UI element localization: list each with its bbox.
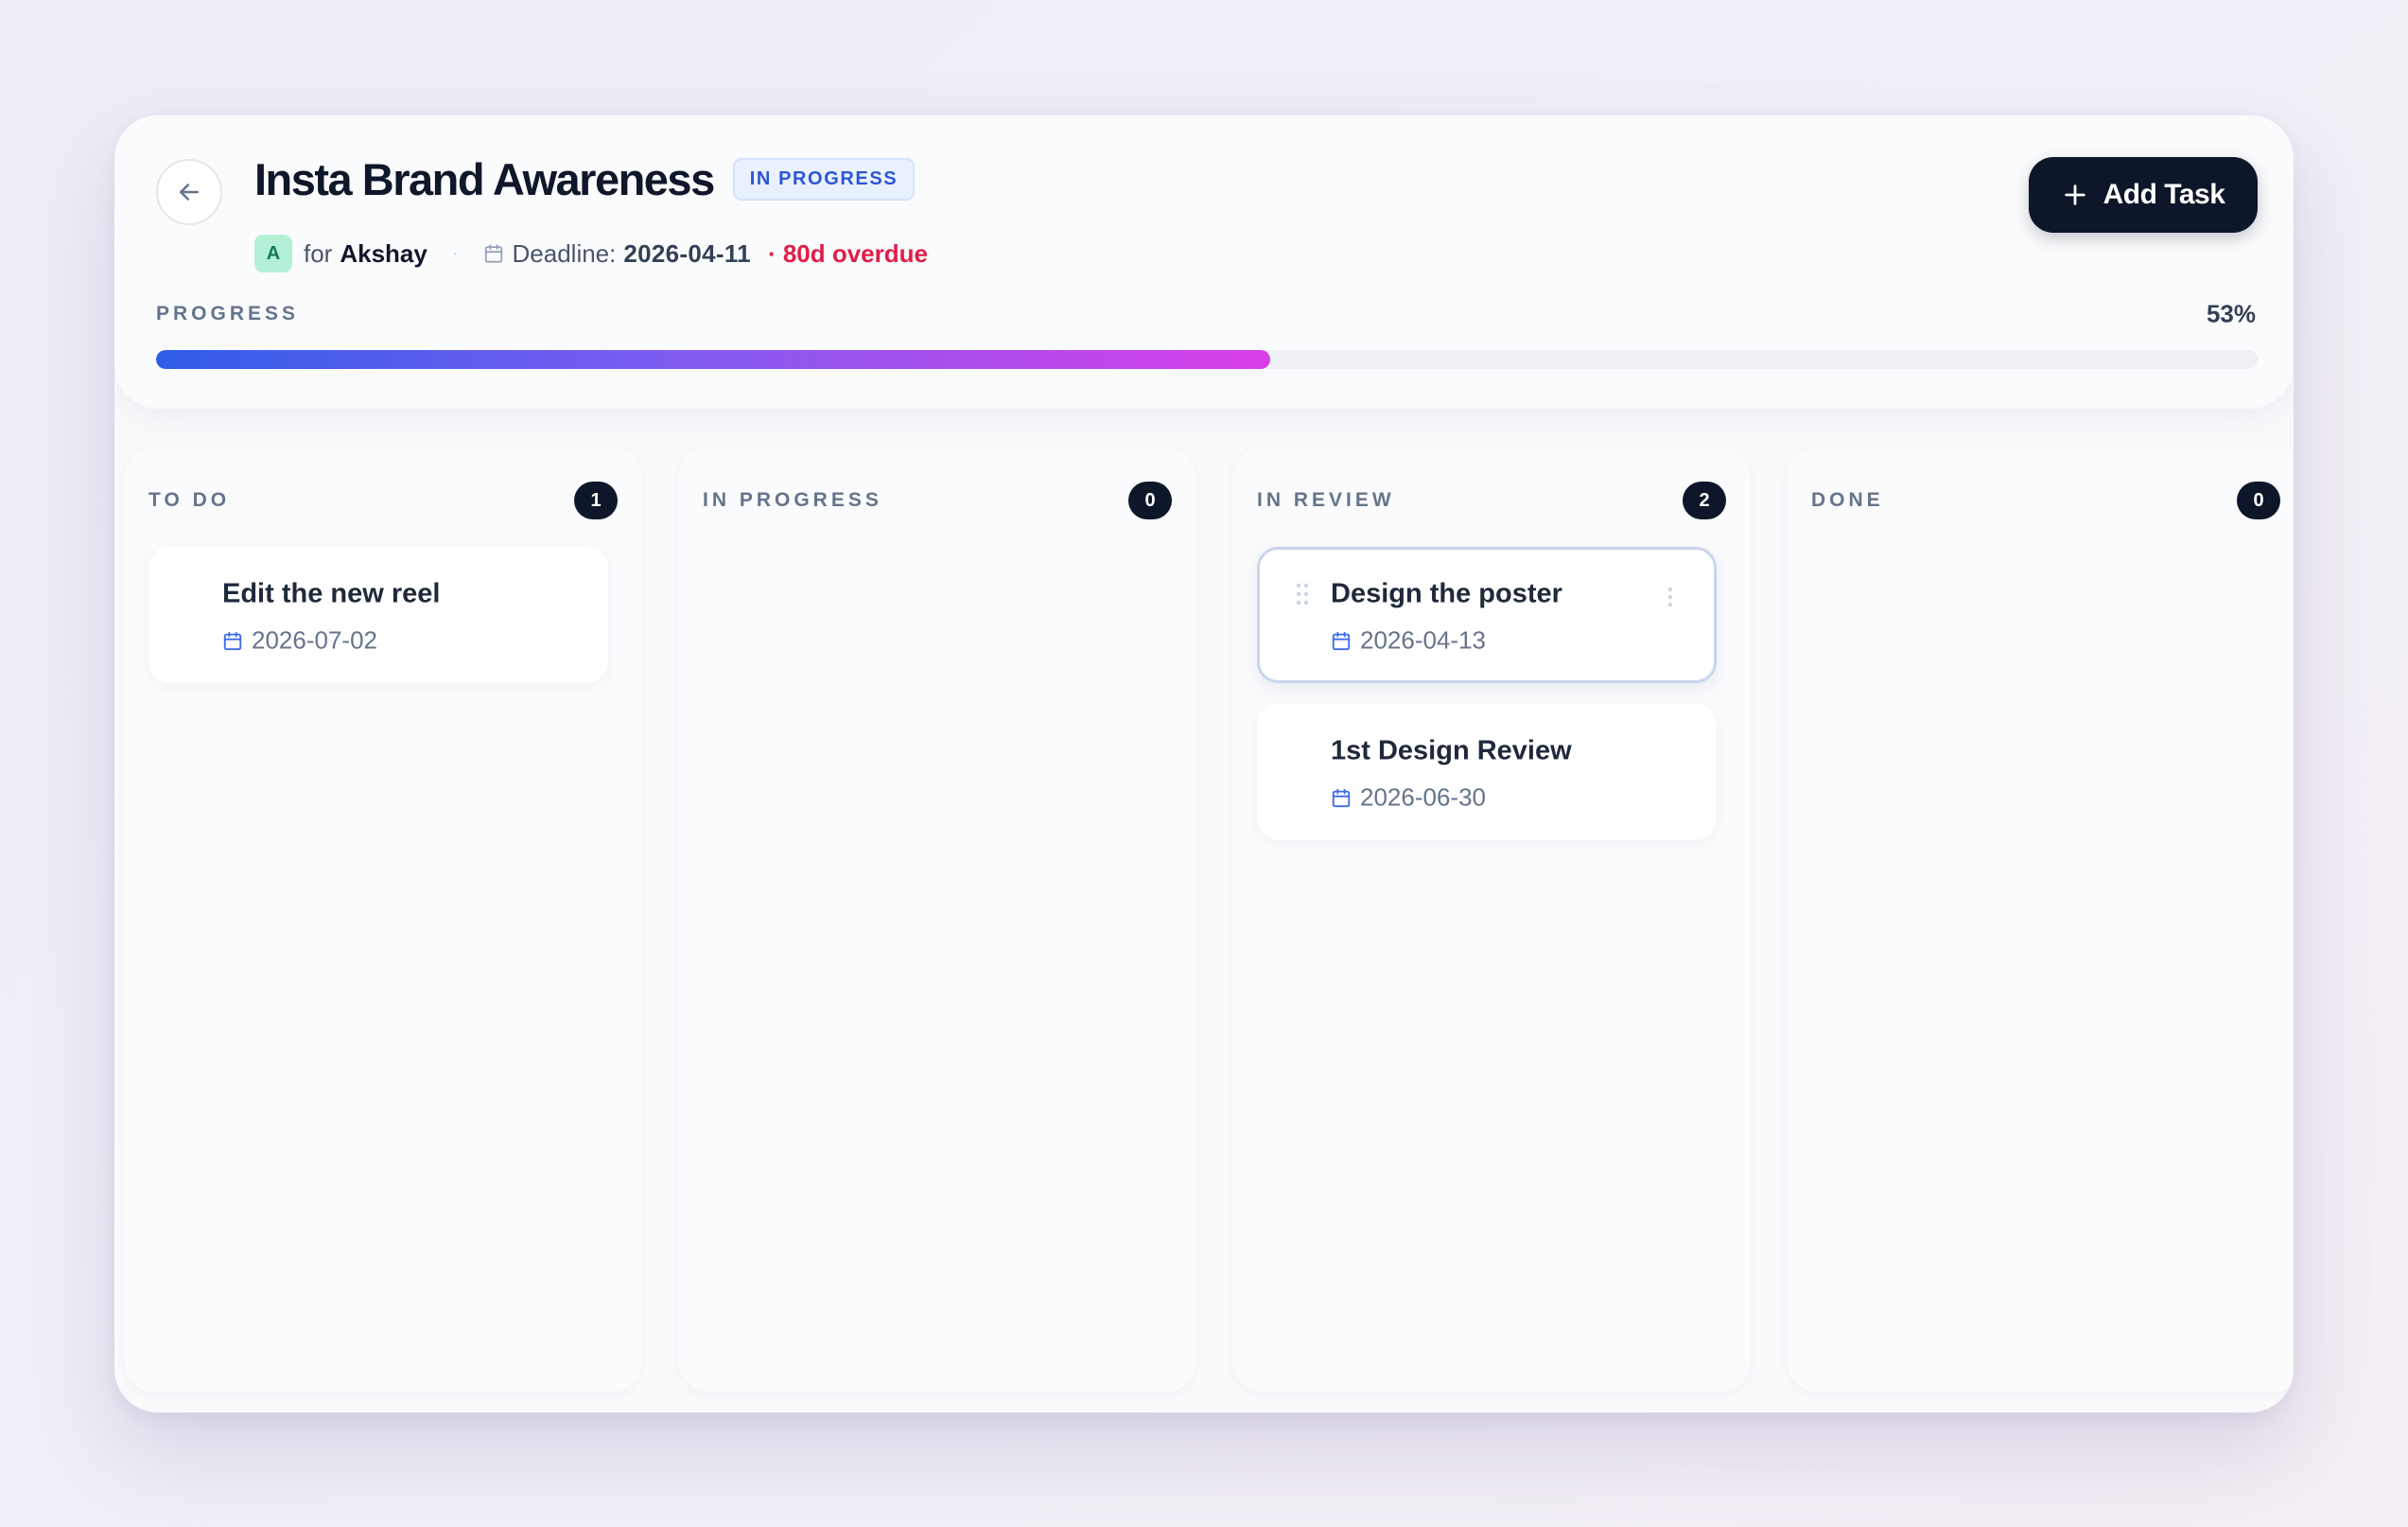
meta-separator: · <box>451 242 459 264</box>
more-vertical-icon[interactable] <box>1666 586 1674 608</box>
page-title: Insta Brand Awareness <box>254 154 715 204</box>
column-header: IN REVIEW 2 <box>1257 482 1726 519</box>
project-meta: A for Akshay · Deadline: 2026-04-11 · 80… <box>254 235 928 272</box>
arrow-left-icon <box>175 178 203 206</box>
task-date: 2026-06-30 <box>1331 783 1486 813</box>
plus-icon <box>2062 182 2088 208</box>
progress-label: PROGRESS <box>156 303 300 325</box>
add-task-label: Add Task <box>2103 179 2225 210</box>
progress-bar <box>156 350 2258 369</box>
column-in-review: IN REVIEW 2 Design the poster 2026-04-13… <box>1232 447 1751 1393</box>
calendar-icon <box>222 630 243 651</box>
task-date-value: 2026-06-30 <box>1360 782 1486 812</box>
column-count-badge: 0 <box>1128 482 1172 519</box>
card-list: Edit the new reel 2026-07-02 <box>148 547 608 704</box>
column-in-progress: IN PROGRESS 0 <box>678 447 1196 1393</box>
card-list: Design the poster 2026-04-13 1st Design … <box>1257 547 1717 861</box>
column-count-badge: 0 <box>2237 482 2280 519</box>
title-row: Insta Brand Awareness IN PROGRESS <box>254 154 916 204</box>
project-board-window: Insta Brand Awareness IN PROGRESS A for … <box>114 115 2294 1413</box>
status-badge: IN PROGRESS <box>732 158 916 201</box>
progress-fill <box>156 350 1270 369</box>
column-header: DONE 0 <box>1811 482 2280 519</box>
progress-percent: 53% <box>2206 299 2256 328</box>
column-title: TO DO <box>148 489 231 511</box>
calendar-icon <box>483 243 504 264</box>
overdue-label: · 80d overdue <box>767 238 928 268</box>
column-header: IN PROGRESS 0 <box>703 482 1172 519</box>
task-card[interactable]: Design the poster 2026-04-13 <box>1257 547 1717 683</box>
avatar: A <box>254 235 292 272</box>
calendar-icon <box>1331 787 1352 808</box>
deadline-date: 2026-04-11 <box>623 238 751 268</box>
task-title: Edit the new reel <box>222 578 441 609</box>
column-todo: TO DO 1 Edit the new reel 2026-07-02 <box>124 447 642 1393</box>
owner-name: Akshay <box>340 238 428 268</box>
task-title: Design the poster <box>1331 578 1562 609</box>
owner-prefix: for <box>304 238 333 268</box>
task-date: 2026-04-13 <box>1331 626 1486 656</box>
back-button[interactable] <box>156 159 222 225</box>
column-title: DONE <box>1811 489 1884 511</box>
column-done: DONE 0 <box>1787 447 2294 1393</box>
drag-handle-icon[interactable] <box>1295 582 1310 606</box>
task-card[interactable]: Edit the new reel 2026-07-02 <box>148 547 608 683</box>
deadline-label: Deadline: <box>512 238 617 268</box>
calendar-icon <box>1331 630 1352 651</box>
column-count-badge: 2 <box>1683 482 1726 519</box>
column-count-badge: 1 <box>574 482 618 519</box>
kanban-board: TO DO 1 Edit the new reel 2026-07-02 IN … <box>114 447 2294 1393</box>
column-title: IN PROGRESS <box>703 489 882 511</box>
column-header: TO DO 1 <box>148 482 618 519</box>
task-title: 1st Design Review <box>1331 735 1572 766</box>
task-date-value: 2026-07-02 <box>252 625 377 655</box>
column-title: IN REVIEW <box>1257 489 1395 511</box>
task-date: 2026-07-02 <box>222 626 377 656</box>
task-date-value: 2026-04-13 <box>1360 625 1486 655</box>
project-header: Insta Brand Awareness IN PROGRESS A for … <box>114 115 2294 409</box>
add-task-button[interactable]: Add Task <box>2029 157 2258 233</box>
task-card[interactable]: 1st Design Review 2026-06-30 <box>1257 704 1717 840</box>
